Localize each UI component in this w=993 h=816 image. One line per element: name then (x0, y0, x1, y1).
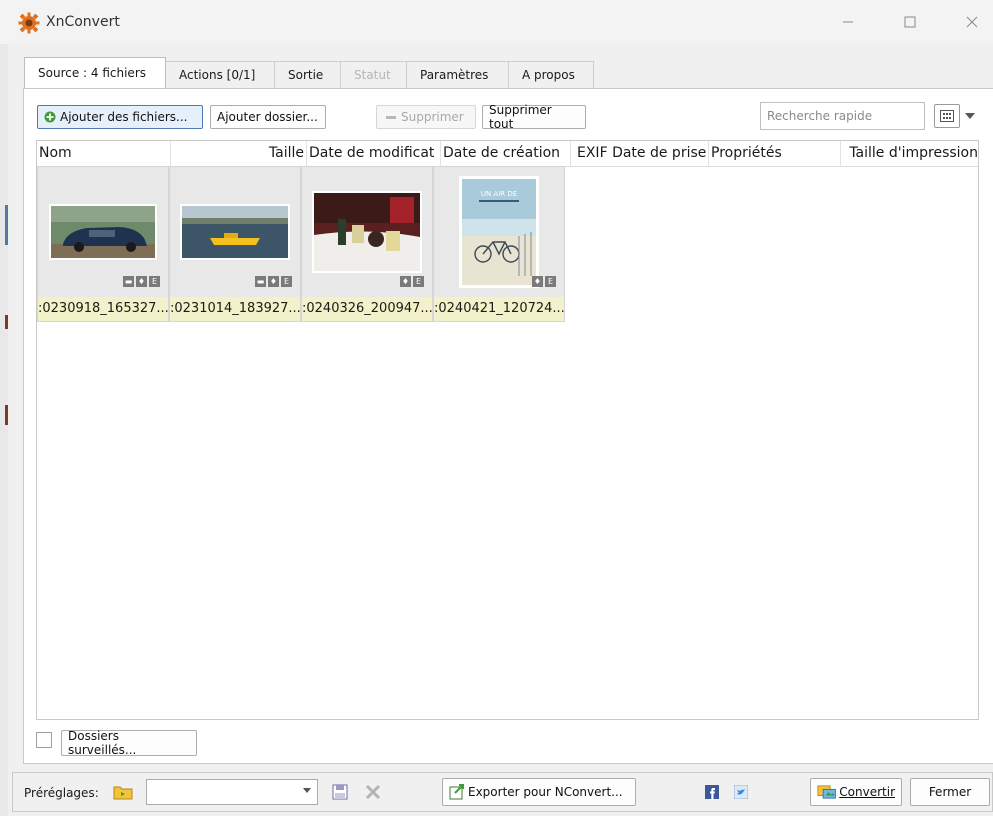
close-window-button[interactable] (952, 8, 992, 36)
size-badge-icon: ▬ (123, 276, 134, 287)
export-icon (449, 784, 464, 800)
tab-status[interactable]: Statut (340, 61, 407, 88)
file-name: :0240421_120724... (434, 297, 564, 321)
column-headers: Nom Taille Date de modificat Date de cré… (37, 141, 978, 167)
facebook-icon (705, 785, 719, 799)
grid-view-icon (940, 110, 954, 122)
close-button[interactable]: Fermer (910, 778, 990, 806)
tab-bar: Source : 4 fichiers Actions [0/1] Sortie… (24, 57, 594, 88)
column-header-properties[interactable]: Propriétés (709, 141, 841, 166)
column-header-modified[interactable]: Date de modificat (307, 141, 441, 166)
exif-badge-icon: E (545, 276, 556, 287)
close-icon (966, 16, 978, 28)
title-bar: XnConvert (0, 0, 993, 44)
twitter-icon (734, 785, 748, 799)
size-badge-icon: ▬ (255, 276, 266, 287)
presets-label: Préréglages: (24, 786, 99, 800)
add-files-label: Ajouter des fichiers... (60, 110, 188, 124)
twitter-button[interactable] (732, 783, 750, 801)
minimize-button[interactable] (828, 8, 868, 36)
convert-label: Convertir (839, 785, 895, 799)
poster-text: UN AIR DE (481, 190, 517, 198)
tab-actions[interactable]: Actions [0/1] (165, 61, 275, 88)
export-nconvert-label: Exporter pour NConvert... (468, 785, 623, 799)
tab-output[interactable]: Sortie (274, 61, 341, 88)
folder-icon (113, 786, 133, 800)
exif-badge-icon: E (413, 276, 424, 287)
poster-thumbnail: UN AIR DE (459, 176, 539, 288)
remove-label: Supprimer (401, 110, 464, 124)
xnconvert-logo-icon (18, 12, 40, 34)
remove-all-button[interactable]: Supprimer tout (482, 103, 586, 131)
file-thumbnail[interactable]: ♦ E :0240326_200947... (301, 166, 433, 322)
file-badges: ▬ ♦ E (255, 276, 292, 287)
chevron-down-icon (303, 788, 311, 793)
tab-settings[interactable]: Paramètres (406, 61, 509, 88)
file-list[interactable]: Nom Taille Date de modificat Date de cré… (36, 140, 979, 720)
column-header-size[interactable]: Taille (171, 141, 307, 166)
chevron-down-icon (965, 113, 975, 119)
convert-icon (817, 785, 836, 799)
edge-mark (5, 205, 8, 245)
watched-folders-button[interactable]: Dossiers surveillés... (61, 729, 197, 757)
convert-button[interactable]: Convertir (810, 778, 902, 806)
column-header-name[interactable]: Nom (37, 141, 171, 166)
edge-mark (5, 405, 8, 425)
file-name: :0230918_165327... (38, 297, 168, 321)
save-icon (332, 784, 348, 800)
quick-search-input[interactable] (760, 102, 925, 130)
file-badges: ♦ E (400, 276, 424, 287)
add-folder-label: Ajouter dossier... (217, 110, 318, 124)
remove-button[interactable]: Supprimer (376, 105, 476, 129)
file-badges: ▬ ♦ E (123, 276, 160, 287)
exif-badge-icon: E (281, 276, 292, 287)
desktop-edge (0, 0, 8, 816)
plus-icon (44, 111, 56, 123)
add-folder-button[interactable]: Ajouter dossier... (210, 105, 326, 129)
delete-preset-button[interactable] (362, 781, 384, 803)
maximize-button[interactable] (890, 8, 930, 36)
close-label: Fermer (928, 785, 972, 799)
save-preset-button[interactable] (330, 781, 350, 803)
file-name: :0240326_200947... (302, 297, 432, 321)
file-name: :0231014_183927... (170, 297, 300, 321)
boat-photo-thumbnail (180, 204, 290, 260)
watched-folders-checkbox[interactable] (36, 732, 52, 748)
column-header-print-size[interactable]: Taille d'impression (841, 141, 978, 166)
exif-badge-icon: E (149, 276, 160, 287)
file-badges: ♦ E (532, 276, 556, 287)
minus-icon (386, 116, 396, 119)
car-photo-thumbnail (49, 204, 157, 260)
location-badge-icon: ♦ (268, 276, 279, 287)
location-badge-icon: ♦ (136, 276, 147, 287)
column-header-exif-date[interactable]: EXIF Date de prise (571, 141, 709, 166)
tab-source[interactable]: Source : 4 fichiers (24, 57, 166, 88)
presets-select[interactable] (146, 779, 318, 805)
facebook-button[interactable] (703, 783, 721, 801)
watched-folders-label: Dossiers surveillés... (68, 729, 137, 757)
remove-all-label: Supprimer tout (489, 103, 552, 131)
view-mode-button[interactable] (934, 104, 960, 128)
presets-folder-button[interactable] (110, 780, 136, 804)
export-nconvert-button[interactable]: Exporter pour NConvert... (442, 778, 636, 806)
file-thumbnail[interactable]: ▬ ♦ E :0230918_165327... (37, 166, 169, 322)
column-header-created[interactable]: Date de création (441, 141, 571, 166)
edge-mark (5, 315, 8, 329)
view-mode-dropdown[interactable] (962, 104, 978, 128)
add-files-button[interactable]: Ajouter des fichiers... (37, 105, 203, 129)
location-badge-icon: ♦ (400, 276, 411, 287)
table-photo-thumbnail (312, 191, 422, 273)
file-thumbnail[interactable]: ▬ ♦ E :0231014_183927... (169, 166, 301, 322)
minimize-icon (843, 21, 853, 23)
tab-about[interactable]: A propos (508, 61, 594, 88)
file-thumbnail[interactable]: UN AIR DE ♦ E:0240421_120724... (433, 166, 565, 322)
maximize-icon (904, 16, 916, 28)
location-badge-icon: ♦ (532, 276, 543, 287)
delete-icon (365, 784, 381, 800)
window-title: XnConvert (46, 14, 120, 30)
